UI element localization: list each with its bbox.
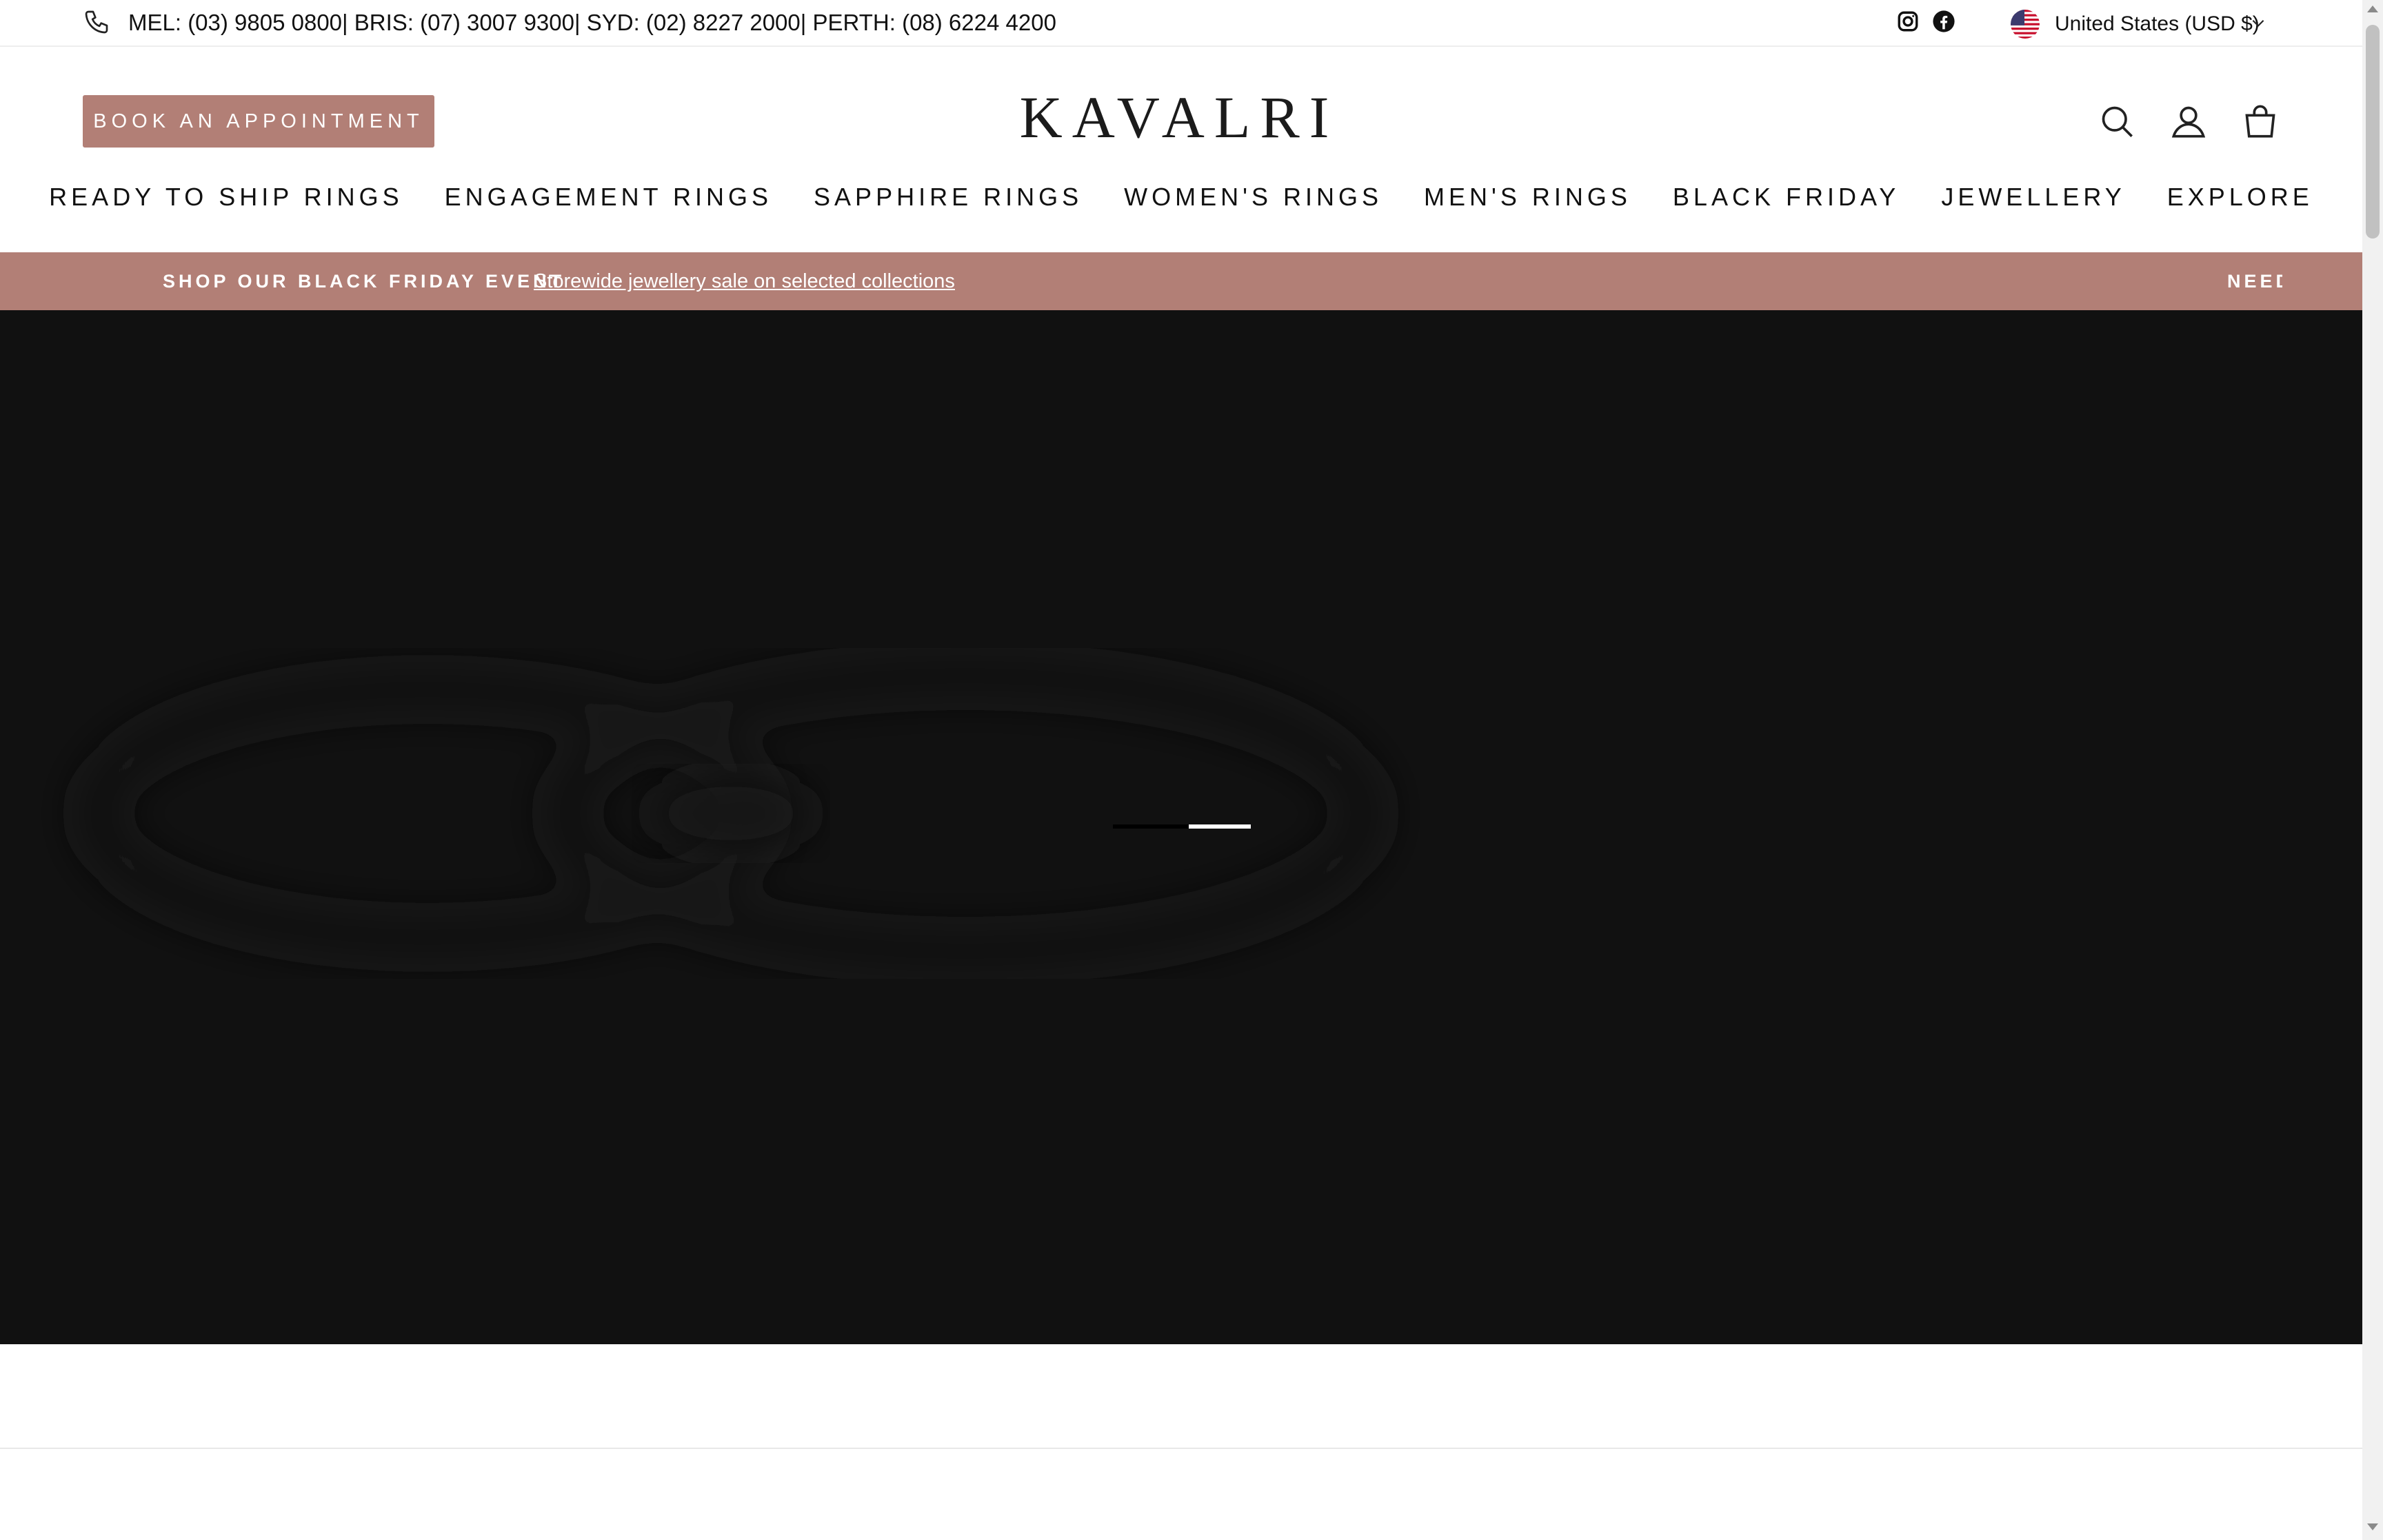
section-divider bbox=[0, 1448, 2362, 1449]
slide-progress-track bbox=[1113, 824, 1189, 829]
nav-explore[interactable]: EXPLORE bbox=[2146, 178, 2334, 216]
hero-slideshow[interactable] bbox=[0, 310, 2362, 1344]
slide-progress-bar bbox=[1113, 824, 1251, 829]
cart-icon[interactable] bbox=[2242, 103, 2278, 139]
nav-engagement-rings[interactable]: ENGAGEMENT RINGS bbox=[424, 178, 793, 216]
scrollbar-thumb[interactable] bbox=[2366, 25, 2380, 239]
slide-progress-indicator bbox=[1189, 824, 1251, 829]
currency-selector[interactable]: United States (USD $) bbox=[2055, 10, 2260, 39]
promo-link[interactable]: Storewide jewellery sale on selected col… bbox=[534, 267, 955, 295]
nav-sapphire-rings[interactable]: SAPPHIRE RINGS bbox=[793, 178, 1103, 216]
main-navigation: READY TO SHIP RINGS ENGAGEMENT RINGS SAP… bbox=[0, 178, 2362, 216]
nav-womens-rings[interactable]: WOMEN'S RINGS bbox=[1103, 178, 1403, 216]
nav-mens-rings[interactable]: MEN'S RINGS bbox=[1403, 178, 1652, 216]
top-utility-bar: MEL: (03) 9805 0800| BRIS: (07) 3007 930… bbox=[0, 0, 2362, 47]
instagram-icon[interactable] bbox=[1896, 10, 1920, 33]
scroll-up-arrow-icon[interactable] bbox=[2367, 6, 2378, 12]
nav-ready-to-ship-rings[interactable]: READY TO SHIP RINGS bbox=[28, 178, 423, 216]
promo-headline: SHOP OUR BLACK FRIDAY EVENT bbox=[163, 271, 565, 292]
nav-black-friday[interactable]: BLACK FRIDAY bbox=[1652, 178, 1920, 216]
phone-icon bbox=[85, 10, 108, 34]
store-phone-numbers: MEL: (03) 9805 0800| BRIS: (07) 3007 930… bbox=[128, 10, 1056, 35]
book-appointment-button[interactable]: BOOK AN APPOINTMENT bbox=[83, 95, 434, 148]
account-icon[interactable] bbox=[2171, 103, 2206, 139]
scroll-down-arrow-icon[interactable] bbox=[2367, 1523, 2378, 1530]
page: MEL: (03) 9805 0800| BRIS: (07) 3007 930… bbox=[0, 0, 2362, 1540]
hero-ring-silhouette bbox=[76, 655, 1386, 972]
page-scrollbar[interactable] bbox=[2362, 0, 2383, 1540]
us-flag-icon[interactable] bbox=[2011, 10, 2040, 39]
nav-jewellery[interactable]: JEWELLERY bbox=[1920, 178, 2146, 216]
chevron-down-icon[interactable] bbox=[2249, 14, 2267, 32]
promo-next-message: NEED bbox=[2227, 271, 2282, 292]
promo-announcement-bar: SHOP OUR BLACK FRIDAY EVENT Storewide je… bbox=[0, 252, 2362, 310]
facebook-icon[interactable] bbox=[1932, 10, 1955, 33]
search-icon[interactable] bbox=[2099, 103, 2135, 139]
site-logo[interactable]: KAVALRI bbox=[972, 83, 1386, 152]
